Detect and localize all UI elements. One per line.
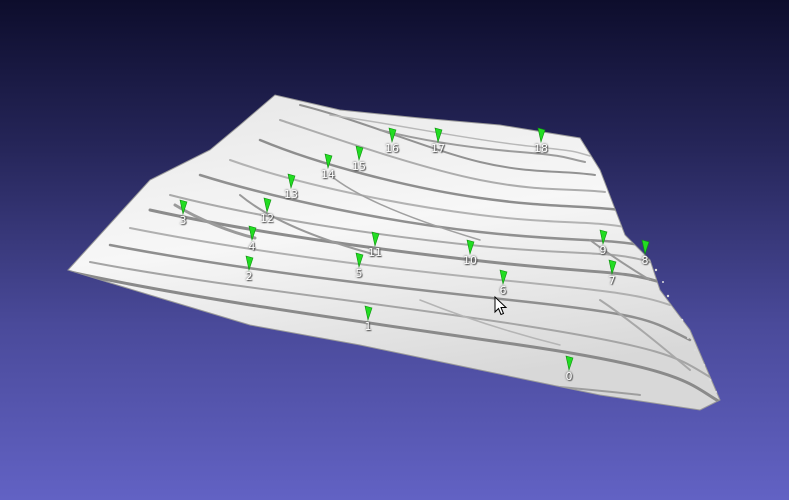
- marker-label: 4: [248, 240, 256, 253]
- marker-label: 13: [284, 188, 298, 201]
- marker-label: 5: [355, 267, 363, 280]
- marker-cone-8[interactable]: [641, 239, 650, 256]
- marker-label: 14: [321, 168, 335, 181]
- marker-label: 0: [565, 370, 573, 383]
- marker-label: 16: [385, 142, 399, 155]
- marker-label: 15: [352, 160, 366, 173]
- marker-label: 10: [463, 254, 477, 267]
- marker-label: 17: [431, 142, 445, 155]
- 3d-viewport[interactable]: 0 1 2 3 4 5 6 7 8 9 10 11 12 13 14 15 16 17 18: [0, 0, 789, 500]
- marker-label: 12: [260, 212, 274, 225]
- marker-label: 3: [179, 214, 187, 227]
- mouse-cursor-icon: [494, 296, 508, 316]
- marker-label: 1: [364, 320, 372, 333]
- marker-label: 9: [599, 244, 607, 257]
- marker-label: 8: [641, 254, 649, 267]
- terrain-mesh[interactable]: [0, 0, 789, 500]
- marker-label: 6: [499, 284, 507, 297]
- marker-label: 11: [368, 246, 382, 259]
- marker-label: 2: [245, 270, 253, 283]
- marker-label: 18: [534, 142, 548, 155]
- marker-label: 7: [608, 274, 616, 287]
